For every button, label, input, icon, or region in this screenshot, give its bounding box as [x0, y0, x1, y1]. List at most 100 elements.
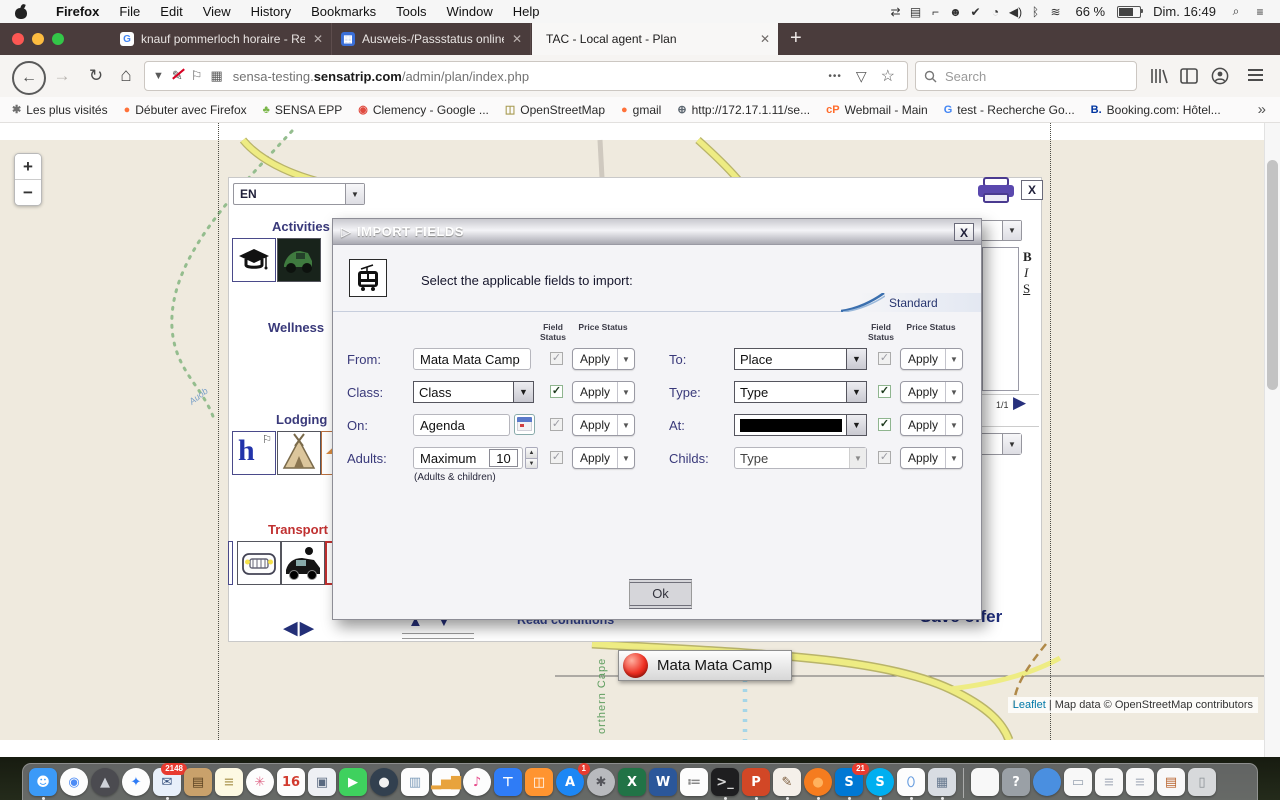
lodging-teepee-icon[interactable]: [277, 431, 321, 475]
displays-icon[interactable]: ▤: [905, 5, 925, 19]
menu-window[interactable]: Window: [437, 4, 503, 19]
window-zoom-button[interactable]: [52, 33, 64, 45]
account-icon[interactable]: [1211, 67, 1229, 85]
childs-field-status-checkbox[interactable]: ✓: [878, 451, 891, 464]
bookmark-intranet[interactable]: ⊕ http://172.17.1.11/se...: [677, 103, 810, 117]
terminal[interactable]: >_: [711, 768, 739, 796]
type-select[interactable]: Type▼: [734, 381, 867, 403]
firefox[interactable]: ●: [804, 768, 832, 796]
print-icon[interactable]: [976, 177, 1018, 204]
sidebars-icon[interactable]: [1180, 68, 1198, 84]
tab-close-icon[interactable]: ✕: [760, 32, 770, 46]
format-italic-button[interactable]: I: [1024, 265, 1028, 280]
shield-icon[interactable]: ▼: [153, 70, 164, 82]
at-field-status-checkbox[interactable]: ✓: [878, 418, 891, 431]
page-scrollbar[interactable]: [1264, 123, 1280, 757]
scrollbar-thumb[interactable]: [1267, 160, 1278, 390]
format-underline-button[interactable]: S: [1023, 281, 1030, 296]
back-button[interactable]: ←: [12, 61, 46, 95]
preview[interactable]: ▥: [401, 768, 429, 796]
bookmark-clemency-google[interactable]: ◉ Clemency - Google ...: [358, 103, 489, 117]
finder[interactable]: ☻: [29, 768, 57, 796]
system-preferences[interactable]: ✱: [587, 768, 615, 796]
adults-number-input[interactable]: 10: [489, 449, 518, 467]
adults-spinner[interactable]: ▲▼: [525, 447, 538, 469]
menu-edit[interactable]: Edit: [150, 4, 192, 19]
skype[interactable]: S: [866, 768, 894, 796]
screen-corners-icon[interactable]: ⌐: [925, 5, 945, 19]
menu-help[interactable]: Help: [503, 4, 550, 19]
numbers-chart[interactable]: ▂▅▇: [432, 768, 460, 796]
bookmark-test-recherche[interactable]: G test - Recherche Go...: [944, 103, 1075, 117]
spotlight-search-icon[interactable]: ⌕: [1226, 4, 1246, 19]
to-select[interactable]: Place▼: [734, 348, 867, 370]
image-viewer[interactable]: ▦: [928, 768, 956, 796]
calendar-picker-icon[interactable]: [514, 414, 535, 435]
on-price-status-select[interactable]: Apply▼: [572, 414, 635, 436]
menu-bookmarks[interactable]: Bookmarks: [301, 4, 386, 19]
oval-app[interactable]: ⬯: [897, 768, 925, 796]
class-field-status-checkbox[interactable]: ✓: [550, 385, 563, 398]
tab-tac-local-agent-active[interactable]: TAC - Local agent - Plan ✕: [532, 23, 778, 55]
childs-select-disabled[interactable]: Type▼: [734, 447, 867, 469]
sidebar-prev-next-arrows[interactable]: ◀▶: [283, 617, 316, 640]
bluetooth-icon[interactable]: ᛒ: [1025, 5, 1045, 19]
itunes[interactable]: ♪: [463, 768, 491, 796]
skype-business[interactable]: S 21: [835, 768, 863, 796]
minimized-window[interactable]: ▤: [1157, 768, 1185, 796]
on-date-input[interactable]: Agenda: [413, 414, 510, 436]
class-select[interactable]: Class▼: [413, 381, 534, 403]
reminders[interactable]: ≔: [680, 768, 708, 796]
bookmarks-overflow-chevron[interactable]: »: [1258, 101, 1280, 118]
chrome[interactable]: ◉: [60, 768, 88, 796]
search-bar[interactable]: Search: [915, 61, 1137, 91]
menu-tools[interactable]: Tools: [386, 4, 436, 19]
apple-menu-icon[interactable]: [14, 5, 28, 19]
powerpoint[interactable]: P: [742, 768, 770, 796]
time-machine-icon[interactable]: ◔: [985, 5, 1005, 19]
menu-history[interactable]: History: [241, 4, 301, 19]
url-bar[interactable]: ▼ ✎ ⚐ ▦ sensa-testing.sensatrip.com/admi…: [144, 61, 908, 91]
tab-ausweis[interactable]: ▦ Ausweis-/Passstatus online - S ✕: [333, 23, 531, 55]
tab-knauf[interactable]: G knauf pommerloch horaire - Re ✕: [112, 23, 332, 55]
chat-app[interactable]: ●: [370, 768, 398, 796]
bookmark-sensa-epp[interactable]: ♣ SENSA EPP: [263, 103, 343, 117]
ibooks[interactable]: ◫: [525, 768, 553, 796]
shield-check-icon[interactable]: ✔: [965, 5, 985, 19]
globe-app[interactable]: [1033, 768, 1061, 796]
menu-firefox[interactable]: Firefox: [46, 4, 109, 19]
window-minimize-button[interactable]: [32, 33, 44, 45]
transport-carousel-edge-icon[interactable]: [228, 541, 233, 585]
launchpad[interactable]: ▲: [91, 768, 119, 796]
excel[interactable]: X: [618, 768, 646, 796]
transport-car-white-icon[interactable]: [237, 541, 281, 585]
mail[interactable]: ✉ 2148: [153, 768, 181, 796]
spinner-up-icon[interactable]: ▲: [526, 448, 537, 459]
activity-jeep-icon[interactable]: [277, 238, 321, 282]
spinner-down-icon[interactable]: ▼: [526, 459, 537, 469]
home-button[interactable]: ⌂: [112, 62, 140, 90]
lodging-hotel-icon[interactable]: h ⚐: [232, 431, 276, 475]
hamburger-menu-icon[interactable]: [1248, 69, 1263, 81]
at-price-status-select[interactable]: Apply▼: [900, 414, 963, 436]
reload-button[interactable]: ↻: [82, 62, 110, 90]
dialog-close-button[interactable]: X: [954, 223, 974, 241]
calendar[interactable]: 16: [277, 768, 305, 796]
forward-button[interactable]: →: [48, 62, 76, 90]
photos[interactable]: ✳: [246, 768, 274, 796]
wifi-icon[interactable]: ≋: [1045, 5, 1065, 19]
printer-utility[interactable]: ▣: [308, 768, 336, 796]
map-marker-mata-mata-camp[interactable]: Mata Mata Camp: [618, 650, 792, 681]
pocket-icon[interactable]: ▽: [856, 68, 867, 85]
ok-button[interactable]: Ok: [629, 579, 692, 609]
minimized-window[interactable]: ▭: [1064, 768, 1092, 796]
bookmark-gmail[interactable]: ● gmail: [621, 103, 661, 117]
leaflet-link[interactable]: Leaflet: [1013, 699, 1046, 711]
at-select-redacted[interactable]: ▼: [734, 414, 867, 436]
tab-close-icon[interactable]: ✕: [313, 32, 323, 46]
bookmark-debuter-firefox[interactable]: ● Débuter avec Firefox: [124, 103, 247, 117]
minimized-window[interactable]: ≡: [1126, 768, 1154, 796]
bookmark-openstreetmap[interactable]: ◫ OpenStreetMap: [505, 103, 605, 117]
facetime[interactable]: ▶: [339, 768, 367, 796]
sync-alert-icon[interactable]: ⇄: [885, 5, 905, 19]
